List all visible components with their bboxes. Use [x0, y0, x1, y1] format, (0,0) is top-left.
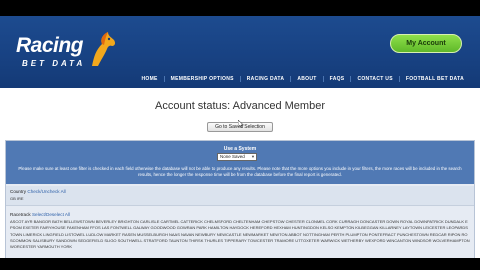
horse-head-logo-icon — [92, 32, 116, 66]
my-account-button[interactable]: My Account — [390, 34, 462, 53]
web-page: Racing BET DATA My Account HOME MEMBERSH… — [0, 16, 480, 258]
country-options[interactable]: GB IRE — [10, 196, 470, 201]
country-filter-label: Country Check/Uncheck All — [10, 189, 470, 194]
nav-racing-data[interactable]: RACING DATA — [239, 76, 291, 82]
logo-racing-text: Racing — [16, 34, 84, 57]
site-logo[interactable]: Racing BET DATA — [16, 32, 116, 74]
logo-bet-data-text: BET DATA — [22, 59, 86, 68]
video-frame: Racing BET DATA My Account HOME MEMBERSH… — [0, 0, 480, 270]
country-label: Country — [10, 189, 27, 194]
use-system-label: Use a System — [223, 146, 257, 152]
racetrack-select-all-link[interactable]: Select/Deselect All — [32, 212, 70, 217]
nav-home[interactable]: HOME — [135, 76, 163, 82]
nav-about[interactable]: ABOUT — [290, 76, 322, 82]
main-nav: HOME MEMBERSHIP OPTIONS RACING DATA ABOU… — [130, 72, 470, 86]
account-status-title: Account status: Advanced Member — [155, 100, 325, 112]
country-filter-row: Country Check/Uncheck All GB IRE — [6, 186, 474, 206]
chevron-down-icon: ▼ — [251, 154, 255, 159]
mouse-cursor-icon — [238, 120, 244, 128]
system-select-value: None Saved — [220, 154, 245, 159]
filter-warning-text: Please make sure at least one filter is … — [18, 166, 462, 177]
system-select[interactable]: None Saved ▼ — [217, 153, 257, 161]
nav-membership-options[interactable]: MEMBERSHIP OPTIONS — [163, 76, 240, 82]
search-filter-panel: Use a System None Saved ▼ Please make su… — [5, 140, 475, 258]
racetrack-filter-label: Racetrack Select/Deselect All — [10, 212, 470, 217]
nav-football-bet-data[interactable]: FOOTBALL BET DATA — [398, 76, 470, 82]
nav-faqs[interactable]: FAQS — [322, 76, 351, 82]
nav-contact-us[interactable]: CONTACT US — [350, 76, 398, 82]
racetrack-label: Racetrack — [10, 212, 31, 217]
racetrack-options[interactable]: ASCOT AYR BANGOR BATH BELLEWSTOWN BEVERL… — [10, 219, 470, 250]
site-header: Racing BET DATA My Account HOME MEMBERSH… — [0, 16, 480, 88]
panel-header: Use a System None Saved ▼ Please make su… — [6, 141, 474, 184]
country-check-all-link[interactable]: Check/Uncheck All — [27, 189, 65, 194]
racetrack-filter-row: Racetrack Select/Deselect All ASCOT AYR … — [6, 209, 474, 258]
